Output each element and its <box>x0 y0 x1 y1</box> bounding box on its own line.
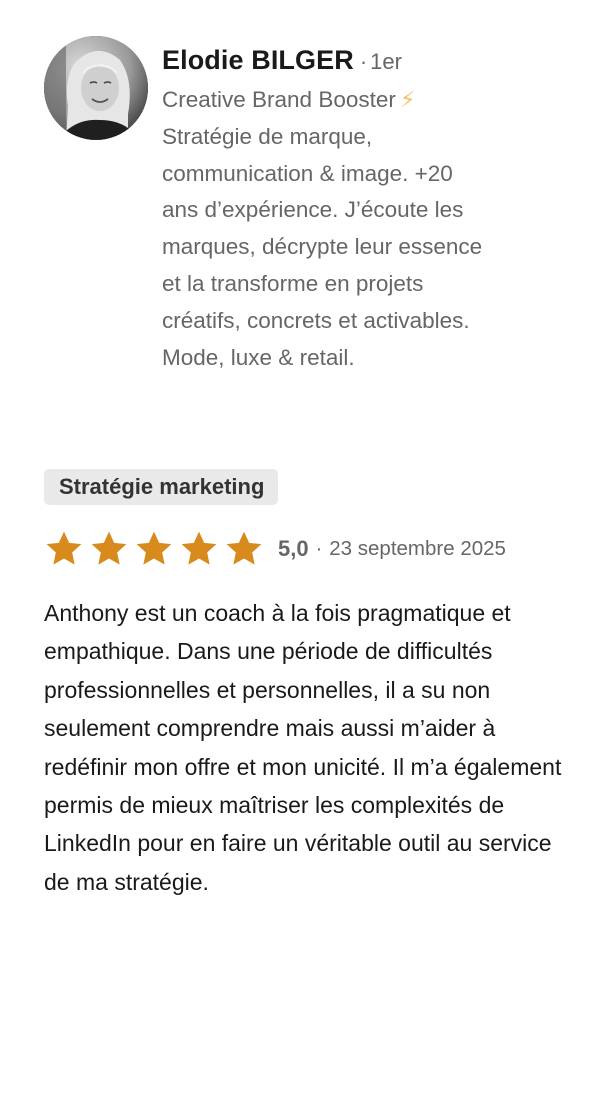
star-icon <box>91 531 127 565</box>
author-line: Elodie BILGER · 1er <box>162 41 582 79</box>
skill-tag: Stratégie marketing <box>44 469 279 505</box>
author-headline-block: Creative Brand Booster ⚡ Stratégie de mar… <box>162 82 492 376</box>
avatar-photo <box>44 36 148 140</box>
star-rating <box>44 529 269 569</box>
avatar[interactable] <box>44 36 148 140</box>
author-name[interactable]: Elodie BILGER <box>162 45 354 75</box>
connection-degree: 1er <box>370 49 402 74</box>
rating-separator: · <box>315 537 323 560</box>
rating-value: 5,0 <box>278 536 309 561</box>
review-card: Elodie BILGER · 1er Creative Brand Booster… <box>0 0 610 1097</box>
author-separator: · <box>359 49 368 74</box>
author-bio: Stratégie de marque, communication & ima… <box>162 123 483 370</box>
star-icon <box>181 531 217 565</box>
star-icon <box>226 531 262 565</box>
star-icon <box>136 531 172 565</box>
lightning-bolt-icon: ⚡ <box>399 87 416 112</box>
author-headline: Creative Brand Booster <box>162 87 396 112</box>
rating-row: 5,0 · 23 septembre 2025 <box>44 526 506 572</box>
review-date: 23 septembre 2025 <box>329 537 506 560</box>
review-text: Anthony est un coach à la fois pragmatiq… <box>44 600 562 895</box>
star-icon <box>46 531 82 565</box>
author-block: Elodie BILGER · 1er Creative Brand Booster… <box>162 41 582 376</box>
